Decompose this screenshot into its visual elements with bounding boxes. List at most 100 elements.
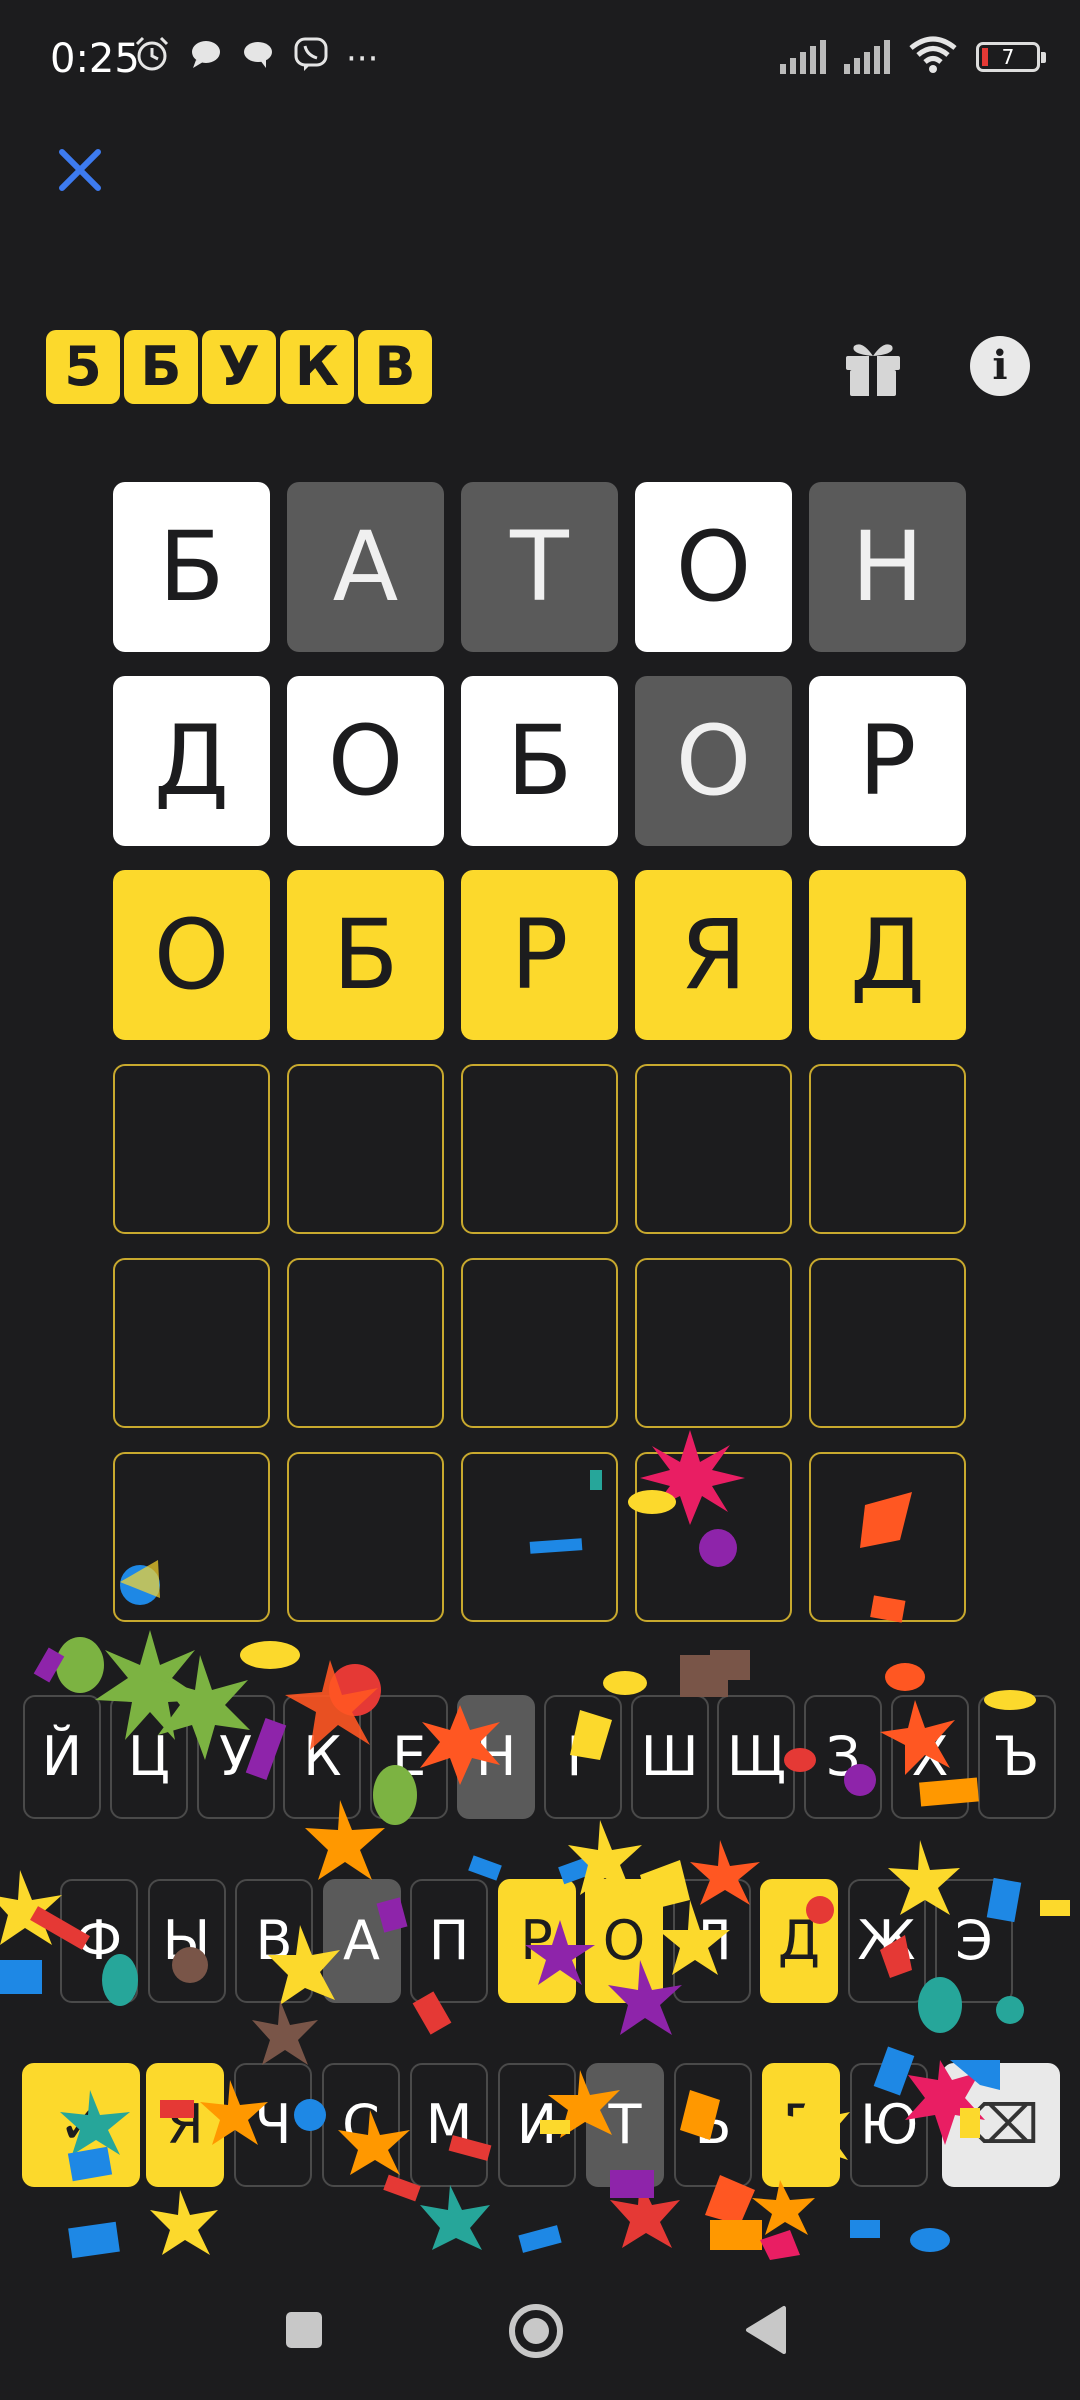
more-notifications-icon: ··· [346, 38, 379, 79]
alarm-icon [132, 34, 172, 83]
close-button[interactable] [50, 140, 110, 200]
status-system-icons: 7 [780, 36, 1046, 78]
key-Е[interactable]: Е [370, 1695, 449, 1819]
key-Ш[interactable]: Ш [630, 1695, 709, 1819]
nav-recents-button[interactable] [274, 2300, 334, 2360]
board-cell: Д [113, 676, 270, 846]
board-cell: Р [461, 870, 618, 1040]
board-cell [113, 1452, 270, 1622]
board-cell [287, 1064, 444, 1234]
board-cell: Б [461, 676, 618, 846]
status-time: 0:25 [50, 36, 140, 82]
keyboard-row: ФЫВАПРОЛДЖЭ [0, 1879, 1080, 2003]
signal-2-icon [844, 40, 890, 74]
board-cell: Д [809, 870, 966, 1040]
messages-icon [240, 36, 276, 81]
key-Р[interactable]: Р [497, 1879, 576, 2003]
key-Х[interactable]: Х [891, 1695, 969, 1819]
logo-tile: Б [124, 330, 198, 404]
board-cell [809, 1452, 966, 1622]
key-Щ[interactable]: Щ [717, 1695, 796, 1819]
key-Ь[interactable]: Ь [674, 2063, 752, 2187]
board-cell: О [635, 482, 792, 652]
key-Ю[interactable]: Ю [850, 2063, 928, 2187]
key-Ъ[interactable]: Ъ [977, 1695, 1056, 1819]
board-cell: Т [461, 482, 618, 652]
signal-1-icon [780, 40, 826, 74]
square-icon [286, 2312, 322, 2348]
key-С[interactable]: С [322, 2063, 400, 2187]
key-К[interactable]: К [283, 1695, 362, 1819]
key-П[interactable]: П [410, 1879, 488, 2003]
nav-home-button[interactable] [505, 2300, 567, 2362]
navigation-bar [0, 2260, 1080, 2400]
app-logo: 5 Б У К В [46, 330, 432, 404]
key-Ц[interactable]: Ц [109, 1695, 188, 1819]
key-Ч[interactable]: Ч [234, 2063, 312, 2187]
board-cell [113, 1258, 270, 1428]
key-В[interactable]: В [235, 1879, 313, 2003]
key-И[interactable]: И [498, 2063, 576, 2187]
board-cell [809, 1064, 966, 1234]
board-cell: А [287, 482, 444, 652]
key-Й[interactable]: Й [23, 1695, 101, 1819]
board-cell [113, 1064, 270, 1234]
game-board: БАТОНДОБОРОБРЯД [113, 482, 966, 1622]
logo-tile: К [280, 330, 354, 404]
status-bar: 0:25 ··· 7 [0, 0, 1080, 120]
board-cell: Б [113, 482, 270, 652]
enter-key[interactable]: ✓ [22, 2063, 140, 2187]
board-cell [461, 1064, 618, 1234]
board-cell [809, 1258, 966, 1428]
nav-back-button[interactable] [738, 2300, 798, 2360]
logo-tile: 5 [46, 330, 120, 404]
key-У[interactable]: У [196, 1695, 275, 1819]
key-З[interactable]: З [804, 1695, 883, 1819]
board-cell [461, 1452, 618, 1622]
key-Л[interactable]: Л [672, 1879, 751, 2003]
circle-icon [509, 2304, 563, 2358]
board-cell [635, 1452, 792, 1622]
board-cell: Б [287, 870, 444, 1040]
info-icon: i [992, 342, 1008, 389]
key-Э[interactable]: Э [935, 1879, 1013, 2003]
key-Ж[interactable]: Ж [847, 1879, 926, 2003]
key-Н[interactable]: Н [457, 1695, 535, 1819]
board-cell [461, 1258, 618, 1428]
board-cell: Я [635, 870, 792, 1040]
keyboard-row: ✓ Я Ч С М И Т Ь Б Ю ⌫ [0, 2063, 1080, 2187]
gift-icon [846, 344, 900, 396]
key-Ы[interactable]: Ы [147, 1879, 226, 2003]
key-Б[interactable]: Б [762, 2063, 840, 2187]
key-О[interactable]: О [585, 1879, 663, 2003]
key-А[interactable]: А [322, 1879, 401, 2003]
board-cell [287, 1452, 444, 1622]
board-cell [287, 1258, 444, 1428]
board-cell [635, 1064, 792, 1234]
gift-button[interactable] [840, 334, 906, 400]
key-Д[interactable]: Д [760, 1879, 838, 2003]
close-icon [59, 149, 101, 191]
logo-tile: У [202, 330, 276, 404]
board-cell: О [635, 676, 792, 846]
battery-icon: 7 [976, 42, 1046, 72]
board-cell: Н [809, 482, 966, 652]
key-Ф[interactable]: Ф [60, 1879, 138, 2003]
keyboard-row: ЙЦУКЕНГШЩЗХЪ [0, 1695, 1080, 1819]
wifi-icon [908, 36, 958, 78]
board-cell: Р [809, 676, 966, 846]
key-Я[interactable]: Я [146, 2063, 224, 2187]
key-Г[interactable]: Г [543, 1695, 622, 1819]
key-Т[interactable]: Т [586, 2063, 664, 2187]
backspace-key[interactable]: ⌫ [942, 2063, 1060, 2187]
logo-tile: В [358, 330, 432, 404]
triangle-back-icon [746, 2306, 786, 2354]
board-cell [635, 1258, 792, 1428]
board-cell: О [113, 870, 270, 1040]
status-notification-icons: ··· [132, 34, 378, 83]
info-button[interactable]: i [970, 336, 1030, 396]
viber-icon [292, 35, 330, 82]
chat-bubble-icon [188, 36, 224, 81]
key-М[interactable]: М [410, 2063, 488, 2187]
board-cell: О [287, 676, 444, 846]
